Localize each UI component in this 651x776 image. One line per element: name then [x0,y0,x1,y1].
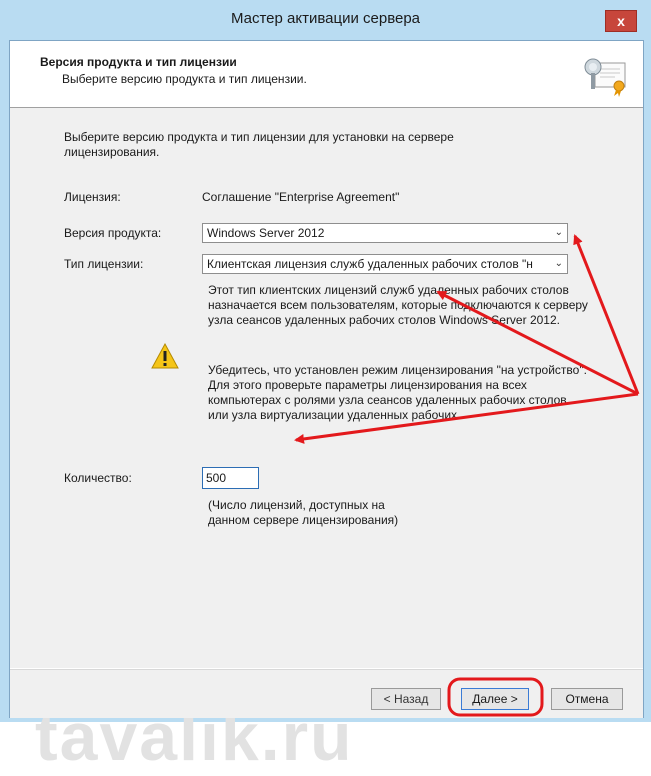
wizard-window: Мастер активации сервера x Версия продук… [0,0,651,775]
annotation-arrow [436,290,639,396]
annotation-overlay [294,234,640,717]
annotation-arrow [294,392,639,444]
annotation-highlight [447,677,544,717]
annotation-arrow [573,234,640,395]
